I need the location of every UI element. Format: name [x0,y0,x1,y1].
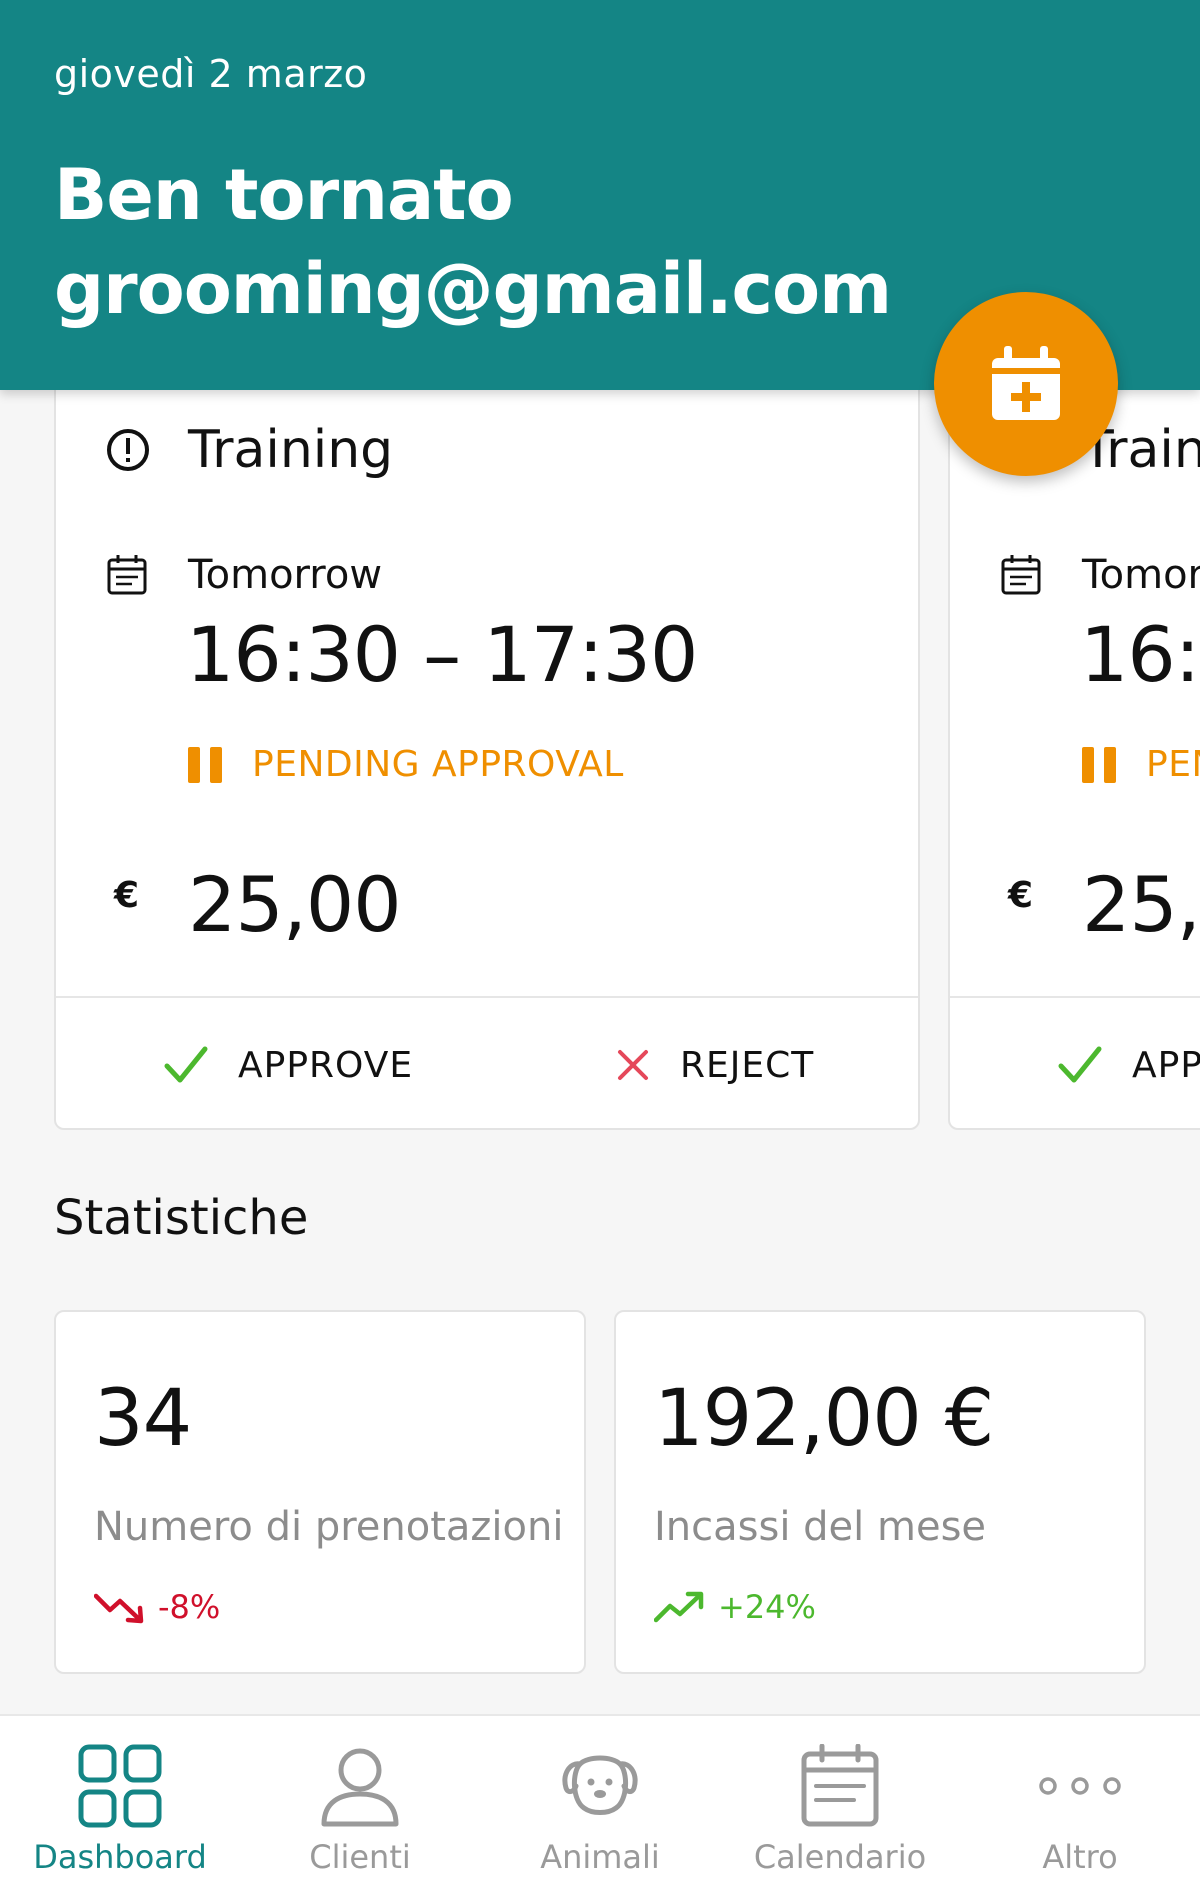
alert-circle-icon [107,429,149,471]
section-title: Statistiche [54,1190,309,1246]
trend-badge: -8% [94,1588,220,1626]
booking-actions: APPROVE REJECT [56,996,918,1128]
currency-icon: € [114,875,140,916]
nav-item-dashboard[interactable]: Dashboard [0,1716,240,1900]
booking-day: Tomorrow [188,552,383,598]
trend-value: +24% [718,1588,816,1626]
more-icon [1030,1736,1130,1836]
pause-icon [188,746,222,783]
approve-label: APPROVE [238,1044,414,1086]
booking-actions: APPROVE [950,996,1200,1128]
reject-label: REJECT [680,1044,815,1086]
calendar-plus-icon [992,346,1060,420]
booking-price: 25,00 [188,860,402,949]
calendar-icon [107,555,147,595]
trend-up-icon [654,1591,704,1623]
pause-icon [1082,746,1116,783]
greeting: Ben tornato grooming@gmail.com [54,148,892,336]
nav-item-calendario[interactable]: Calendario [720,1716,960,1900]
status-label: PENDING APPROVAL [1146,744,1200,785]
nav-label: Clienti [309,1838,411,1876]
currency-icon: € [1008,875,1034,916]
status-badge: PENDING APPROVAL [188,744,624,785]
nav-label: Calendario [753,1838,927,1876]
booking-day: Tomorrow [1082,552,1200,598]
check-icon [164,1046,208,1083]
dashboard-screen: giovedì 2 marzo Ben tornato grooming@gma… [0,0,1200,1900]
stat-label: Incassi del mese [654,1504,987,1550]
nav-label: Altro [1042,1838,1118,1876]
approve-button[interactable]: APPROVE [164,998,414,1128]
approve-button[interactable]: APPROVE [1058,998,1200,1128]
nav-label: Dashboard [33,1838,207,1876]
trend-down-icon [94,1593,144,1624]
booking-card[interactable]: Training Tomorrow 16:30 – 17:30 PENDING … [54,330,920,1130]
nav-label: Animali [540,1838,660,1876]
stat-card-revenue[interactable]: 192,00 € Incassi del mese +24% [614,1310,1146,1674]
user-email: grooming@gmail.com [54,248,892,330]
current-date: giovedì 2 marzo [54,52,368,96]
stat-value: 34 [94,1374,192,1464]
reject-button[interactable]: REJECT [616,998,815,1128]
trend-value: -8% [158,1588,221,1626]
stat-value: 192,00 € [654,1374,994,1464]
person-icon [310,1736,410,1836]
calendar-icon [790,1736,890,1836]
trend-badge: +24% [654,1588,816,1626]
booking-time: 16:30 – 17:30 [1080,610,1200,699]
booking-price: 25,00 [1082,860,1200,949]
nav-item-animali[interactable]: Animali [480,1716,720,1900]
bottom-navigation: Dashboard Clienti Animali Calendario Alt… [0,1714,1200,1900]
booking-time: 16:30 – 17:30 [186,610,698,699]
status-label: PENDING APPROVAL [252,744,624,785]
nav-item-clienti[interactable]: Clienti [240,1716,480,1900]
stat-label: Numero di prenotazioni [94,1504,564,1550]
calendar-icon [1001,555,1041,595]
greeting-line: Ben tornato [54,154,514,236]
dog-icon [550,1736,650,1836]
grid-icon [70,1736,170,1836]
close-icon [618,1050,648,1080]
add-appointment-button[interactable] [934,292,1118,476]
approve-label: APPROVE [1132,1044,1200,1086]
nav-item-altro[interactable]: Altro [960,1716,1200,1900]
booking-type: Training [188,420,394,480]
stat-card-bookings[interactable]: 34 Numero di prenotazioni -8% [54,1310,586,1674]
status-badge: PENDING APPROVAL [1082,744,1200,785]
check-icon [1058,1046,1102,1083]
